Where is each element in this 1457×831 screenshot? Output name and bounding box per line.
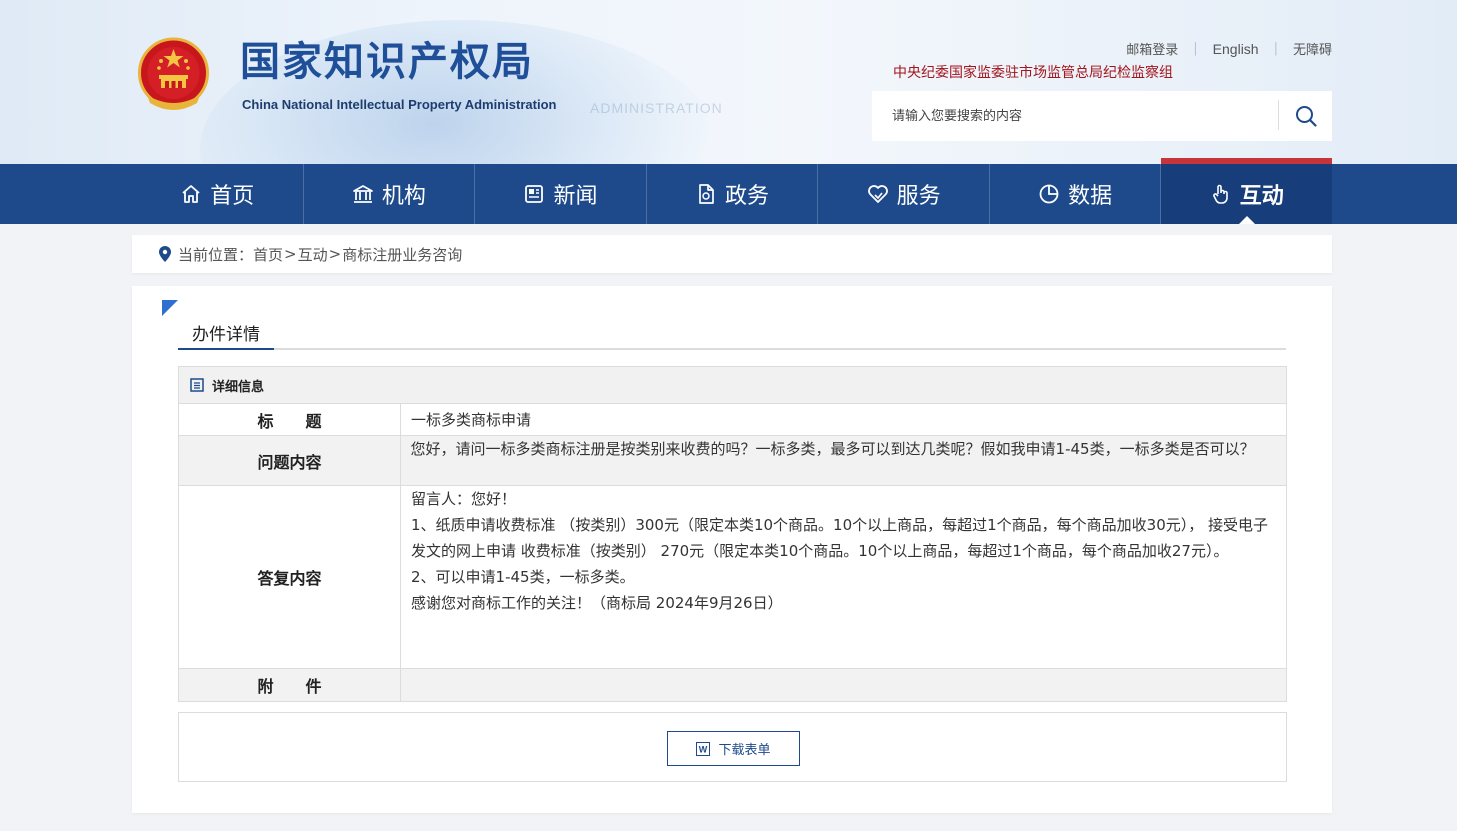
search-button[interactable] (1280, 91, 1332, 141)
table-row-attachment: 附 件 (179, 669, 1286, 701)
question-value: 您好，请问一标多类商标注册是按类别来收费的吗？一标多类，最多可以到达几类呢？假如… (401, 436, 1286, 485)
detail-table: 详细信息 标 题 一标多类商标申请 问题内容 您好，请问一标多类商标注册是按类别… (178, 366, 1287, 702)
answer-line: 留言人：您好！ (411, 490, 517, 508)
answer-line: 2、可以申请1-45类，一标多类。 (411, 568, 635, 586)
list-icon (190, 378, 204, 392)
title-label: 标 题 (179, 404, 401, 435)
breadcrumb-prefix: 当前位置： (178, 245, 254, 264)
main-content: 办件详情 详细信息 标 题 一标多类商标申请 问题内容 您好，请问一标多类商标注… (132, 286, 1332, 813)
mail-login-link[interactable]: 邮箱登录 (1126, 39, 1178, 58)
english-link[interactable]: English (1213, 41, 1259, 57)
attachment-value (401, 669, 1286, 701)
nav-item-data[interactable]: 数据 (990, 164, 1162, 224)
nav-item-label: 服务 (896, 184, 941, 209)
breadcrumb-separator: > (328, 245, 342, 263)
table-row-title: 标 题 一标多类商标申请 (179, 404, 1286, 436)
nav-item-label: 数据 (1068, 184, 1113, 209)
national-emblem-icon[interactable] (137, 37, 210, 115)
banner-watermark-text: ADMINISTRATION (590, 100, 723, 116)
table-row-answer: 答复内容 留言人：您好！ 1、纸质申请收费标准 （按类别）300元（限定本类10… (179, 486, 1286, 669)
nav-item-institution[interactable]: 机构 (304, 164, 476, 224)
nav-item-label: 机构 (381, 184, 426, 209)
answer-value: 留言人：您好！ 1、纸质申请收费标准 （按类别）300元（限定本类10个商品。1… (401, 486, 1286, 668)
top-link-divider: | (1273, 41, 1278, 56)
nav-item-label: 首页 (210, 184, 255, 209)
nav-item-label: 新闻 (553, 184, 598, 209)
hand-pointer-icon (1210, 183, 1232, 205)
breadcrumb-interaction[interactable]: 互动 (298, 244, 328, 265)
breadcrumb-current[interactable]: 商标注册业务咨询 (342, 244, 462, 265)
home-icon (180, 183, 202, 205)
site-header: ADMINISTRATION 国家知识产权局 China National In… (0, 0, 1457, 164)
download-area: W 下载表单 (178, 712, 1287, 782)
news-icon (523, 183, 545, 205)
corner-marker-icon (162, 300, 178, 316)
search-input[interactable] (872, 91, 1278, 141)
question-text: 您好，请问一标多类商标注册是按类别来收费的吗？一标多类，最多可以到达几类呢？假如… (401, 440, 1255, 458)
attachment-label: 附 件 (179, 669, 401, 701)
nav-item-government[interactable]: 政务 (647, 164, 819, 224)
accessibility-link[interactable]: 无障碍 (1293, 39, 1332, 58)
breadcrumb-home[interactable]: 首页 (253, 244, 283, 265)
answer-line: 1、纸质申请收费标准 （按类别）300元（限定本类10个商品。10个以上商品，每… (411, 516, 1269, 560)
site-title-en[interactable]: China National Intellectual Property Adm… (242, 97, 556, 112)
answer-line: 感谢您对商标工作的关注！（商标局 2024年9月26日） (411, 594, 783, 612)
service-icon (867, 183, 889, 205)
pie-chart-icon (1038, 183, 1060, 205)
question-label: 问题内容 (179, 436, 401, 485)
answer-label: 答复内容 (179, 486, 401, 668)
nav-item-label: 互动 (1239, 184, 1284, 209)
main-nav: 首页 机构 新闻 政务 服务 数据 互动 (0, 158, 1457, 224)
nav-item-interaction[interactable]: 互动 (1161, 158, 1333, 224)
breadcrumb-separator: > (284, 245, 297, 263)
section-title-bar: 办件详情 (178, 318, 1286, 350)
top-link-divider: | (1193, 41, 1198, 56)
discipline-inspection-link[interactable]: 中央纪委国家监委驻市场监管总局纪检监察组 (893, 62, 1173, 82)
table-row-question: 问题内容 您好，请问一标多类商标注册是按类别来收费的吗？一标多类，最多可以到达几… (179, 436, 1286, 486)
nav-item-label: 政务 (725, 184, 770, 209)
top-links: 邮箱登录 | English | 无障碍 (1126, 39, 1332, 59)
word-doc-icon: W (696, 741, 711, 756)
detail-header-label: 详细信息 (212, 379, 265, 395)
document-icon (695, 183, 717, 205)
location-pin-icon (158, 245, 172, 263)
download-form-button[interactable]: W 下载表单 (667, 731, 800, 766)
section-title: 办件详情 (178, 318, 274, 350)
site-title-cn[interactable]: 国家知识产权局 (240, 42, 534, 82)
search-box (872, 91, 1332, 141)
search-icon (1296, 106, 1317, 127)
nav-item-home[interactable]: 首页 (132, 164, 304, 224)
detail-header: 详细信息 (179, 367, 1286, 404)
nav-item-news[interactable]: 新闻 (475, 164, 647, 224)
institution-icon (352, 183, 374, 205)
svg-text:W: W (699, 744, 708, 754)
nav-item-service[interactable]: 服务 (818, 164, 990, 224)
search-divider (1278, 100, 1279, 130)
download-form-label: 下载表单 (718, 743, 771, 758)
title-value: 一标多类商标申请 (411, 411, 532, 429)
breadcrumb: 当前位置： 首页 > 互动 > 商标注册业务咨询 (132, 235, 1332, 273)
